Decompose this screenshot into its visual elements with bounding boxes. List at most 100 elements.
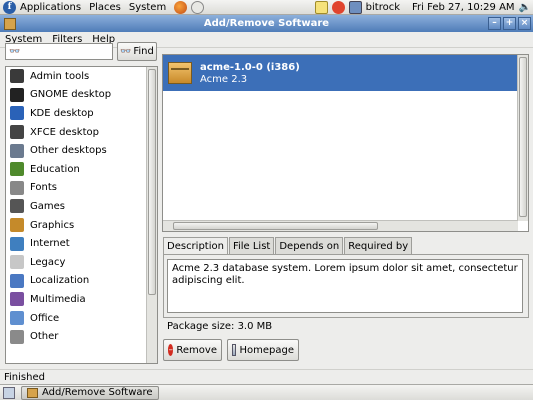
tab-required-by[interactable]: Required by <box>344 237 413 254</box>
kde-icon <box>10 106 24 121</box>
category-label: Other <box>30 331 59 343</box>
package-box-icon <box>168 62 192 84</box>
category-item[interactable]: XFCE desktop <box>6 123 147 142</box>
category-label: Admin tools <box>30 70 90 82</box>
binoculars-icon: 👓 <box>9 46 21 57</box>
volume-icon[interactable]: 🔈 <box>519 2 531 13</box>
user-name[interactable]: bitrock <box>366 2 400 13</box>
package-size: Package size: 3.0 MB <box>167 321 273 332</box>
category-label: Fonts <box>30 182 57 194</box>
details-tabs: Description File List Depends on Require… <box>163 237 413 255</box>
tab-file-list[interactable]: File List <box>228 237 275 254</box>
xfce-icon <box>10 125 24 140</box>
gnome-icon <box>10 87 24 102</box>
taskbar-window-button[interactable]: Add/Remove Software <box>21 385 159 400</box>
category-label: Multimedia <box>30 293 86 305</box>
firefox-icon[interactable] <box>174 0 188 14</box>
category-item[interactable]: Localization <box>6 272 147 291</box>
close-button[interactable]: × <box>518 17 531 30</box>
category-label: GNOME desktop <box>30 89 112 101</box>
games-icon <box>10 199 24 214</box>
mail-icon[interactable] <box>191 0 205 14</box>
category-label: Education <box>30 163 80 175</box>
office-icon <box>10 311 24 326</box>
category-items: Admin tools GNOME desktop KDE desktop XFCE … <box>6 67 147 346</box>
update-alert-icon[interactable] <box>331 0 345 14</box>
fedora-logo-icon[interactable]: f <box>3 0 16 14</box>
desktops-icon <box>10 143 24 158</box>
system-menu[interactable]: System <box>129 2 166 13</box>
category-label: KDE desktop <box>30 107 94 119</box>
find-button[interactable]: 👓 Find <box>117 42 157 61</box>
category-list[interactable]: Admin tools GNOME desktop KDE desktop XFCE … <box>5 66 158 364</box>
localization-icon <box>10 273 24 288</box>
home-icon <box>232 344 237 356</box>
find-button-label: Find <box>133 46 154 57</box>
tab-description[interactable]: Description <box>163 237 228 255</box>
places-menu[interactable]: Places <box>89 2 121 13</box>
remove-button[interactable]: – Remove <box>163 339 222 361</box>
package-vertical-scrollbar[interactable] <box>517 55 528 221</box>
package-vscroll-thumb[interactable] <box>519 57 527 217</box>
status-text: Finished <box>4 371 45 383</box>
monitor-icon[interactable] <box>348 0 362 14</box>
description-panel: Acme 2.3 database system. Lorem ipsum do… <box>163 254 529 318</box>
taskbar-window-label: Add/Remove Software <box>42 387 153 398</box>
clock[interactable]: Fri Feb 27, 10:29 AM <box>412 2 515 13</box>
other-icon <box>10 329 24 344</box>
category-label: Other desktops <box>30 145 107 157</box>
package-summary: Acme 2.3 <box>200 73 248 85</box>
maximize-button[interactable]: + <box>503 17 516 30</box>
notes-icon[interactable] <box>314 0 328 14</box>
package-row[interactable]: acme-1.0-0 (i386) Acme 2.3 <box>163 55 518 91</box>
category-label: Graphics <box>30 219 75 231</box>
category-item[interactable]: Internet <box>6 234 147 253</box>
status-bar: Finished <box>0 369 533 384</box>
homepage-button-label: Homepage <box>239 344 294 356</box>
category-label: Legacy <box>30 256 66 268</box>
package-horizontal-scrollbar[interactable] <box>163 220 518 231</box>
window-title: Add/Remove Software <box>203 18 330 29</box>
remove-icon: – <box>168 344 174 356</box>
top-panel: f Applications Places System bitrock Fri… <box>0 0 533 15</box>
title-bar[interactable]: Add/Remove Software – + × <box>0 15 533 32</box>
package-hscroll-thumb[interactable] <box>173 222 378 230</box>
category-item[interactable]: Fonts <box>6 179 147 198</box>
legacy-icon <box>10 255 24 270</box>
package-list[interactable]: acme-1.0-0 (i386) Acme 2.3 <box>162 54 529 232</box>
category-label: Office <box>30 312 60 324</box>
fonts-icon <box>10 180 24 195</box>
package-icon <box>27 387 38 398</box>
binoculars-icon: 👓 <box>120 46 132 57</box>
category-item[interactable]: Education <box>6 160 147 179</box>
category-item[interactable]: Multimedia <box>6 290 147 309</box>
category-label: Games <box>30 200 65 212</box>
category-item[interactable]: Games <box>6 197 147 216</box>
category-item[interactable]: Other <box>6 327 147 346</box>
applications-menu[interactable]: Applications <box>20 2 81 13</box>
internet-icon <box>10 236 24 251</box>
minimize-button[interactable]: – <box>488 17 501 30</box>
category-item[interactable]: Office <box>6 309 147 328</box>
category-item[interactable]: Legacy <box>6 253 147 272</box>
category-item[interactable]: Other desktops <box>6 141 147 160</box>
category-scrollbar[interactable] <box>146 67 157 363</box>
admin-tools-icon <box>10 69 24 84</box>
tab-depends-on[interactable]: Depends on <box>275 237 344 254</box>
education-icon <box>10 162 24 177</box>
category-label: XFCE desktop <box>30 126 99 138</box>
category-item[interactable]: Admin tools <box>6 67 147 86</box>
category-item[interactable]: Graphics <box>6 216 147 235</box>
category-scrollbar-thumb[interactable] <box>148 69 156 295</box>
category-label: Internet <box>30 238 70 250</box>
homepage-button[interactable]: Homepage <box>227 339 299 361</box>
multimedia-icon <box>10 292 24 307</box>
category-label: Localization <box>30 275 90 287</box>
category-item[interactable]: GNOME desktop <box>6 86 147 105</box>
bottom-panel: Add/Remove Software <box>0 384 533 400</box>
search-input[interactable]: 👓 <box>5 43 113 60</box>
show-desktop-icon[interactable] <box>3 386 15 399</box>
category-item[interactable]: KDE desktop <box>6 104 147 123</box>
description-text[interactable]: Acme 2.3 database system. Lorem ipsum do… <box>167 259 523 313</box>
package-name: acme-1.0-0 (i386) <box>200 61 300 73</box>
